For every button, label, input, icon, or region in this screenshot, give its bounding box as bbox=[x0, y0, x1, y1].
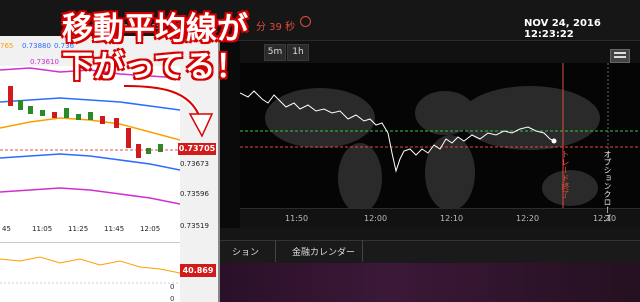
price-chart bbox=[240, 63, 640, 228]
timeframe-1h-button[interactable]: 1h bbox=[287, 44, 309, 61]
ma-value: 0.73610 bbox=[30, 58, 59, 66]
price-tick: 0.73596 bbox=[180, 190, 209, 198]
inset-time-tick: 45 bbox=[2, 225, 11, 233]
inset-time-tick: 12:05 bbox=[140, 225, 161, 233]
price-tick: 0.73519 bbox=[180, 222, 209, 230]
time-tick: 11:50 bbox=[285, 214, 309, 223]
footer-banner bbox=[220, 263, 640, 302]
ma-value: 0.73880 bbox=[22, 42, 51, 50]
tab-economic-calendar[interactable]: 金融カレンダー bbox=[292, 245, 355, 258]
oscillator-chart bbox=[0, 256, 180, 284]
time-axis: 11:50 12:00 12:10 12:20 12:30 bbox=[240, 208, 640, 229]
lower-ma-line bbox=[0, 153, 180, 171]
trade-end-label: トレード終了 bbox=[561, 150, 570, 198]
inset-time-axis: 45 11:05 11:25 11:45 12:05 bbox=[0, 225, 180, 239]
inset-time-tick: 11:45 bbox=[104, 225, 125, 233]
world-map-backdrop bbox=[265, 86, 600, 213]
lower-band-line bbox=[0, 187, 180, 205]
inset-time-tick: 11:25 bbox=[68, 225, 89, 233]
expiry-countdown: 分 39 秒 bbox=[256, 22, 296, 33]
clock-icon bbox=[300, 16, 311, 27]
time-tick: 12:20 bbox=[516, 214, 540, 223]
oscillator-value-badge: 40.869 bbox=[180, 264, 216, 277]
inset-time-tick: 11:05 bbox=[32, 225, 53, 233]
pointer-arrow-icon bbox=[123, 83, 214, 138]
timeframe-5m-button[interactable]: 5m bbox=[264, 44, 286, 61]
chart-toolbar: 5m 1h bbox=[240, 41, 640, 63]
chart-menu-icon[interactable] bbox=[610, 49, 630, 63]
screenshot-root: 分 39 秒 NOV 24, 2016 12:23:22 5m 1h 11:50… bbox=[0, 0, 640, 302]
oscillator-tick: 0 bbox=[170, 295, 175, 302]
current-price-badge: 0.73705 bbox=[178, 143, 216, 155]
time-tick: 12:10 bbox=[440, 214, 464, 223]
annotation-text: 移動平均線が 下がってる！ bbox=[62, 10, 248, 86]
annotation-line-1: 移動平均線が bbox=[62, 11, 248, 47]
oscillator-tick: 0 bbox=[170, 283, 175, 291]
oscillator-panel: 0 0 bbox=[0, 242, 180, 302]
tab-position[interactable]: ション bbox=[232, 245, 259, 258]
server-datetime: NOV 24, 2016 12:23:22 bbox=[524, 18, 601, 40]
option-close-label: オプションクローズ bbox=[603, 150, 612, 222]
tab-divider bbox=[275, 240, 276, 262]
current-price-dot bbox=[551, 138, 557, 144]
price-tick: 0.73673 bbox=[180, 160, 209, 168]
oscillator-line bbox=[0, 256, 180, 274]
tab-divider bbox=[362, 240, 363, 262]
ma-value: 765 bbox=[0, 42, 14, 50]
time-tick: 12:00 bbox=[364, 214, 388, 223]
bottom-tab-bar: ション 金融カレンダー bbox=[220, 240, 640, 263]
